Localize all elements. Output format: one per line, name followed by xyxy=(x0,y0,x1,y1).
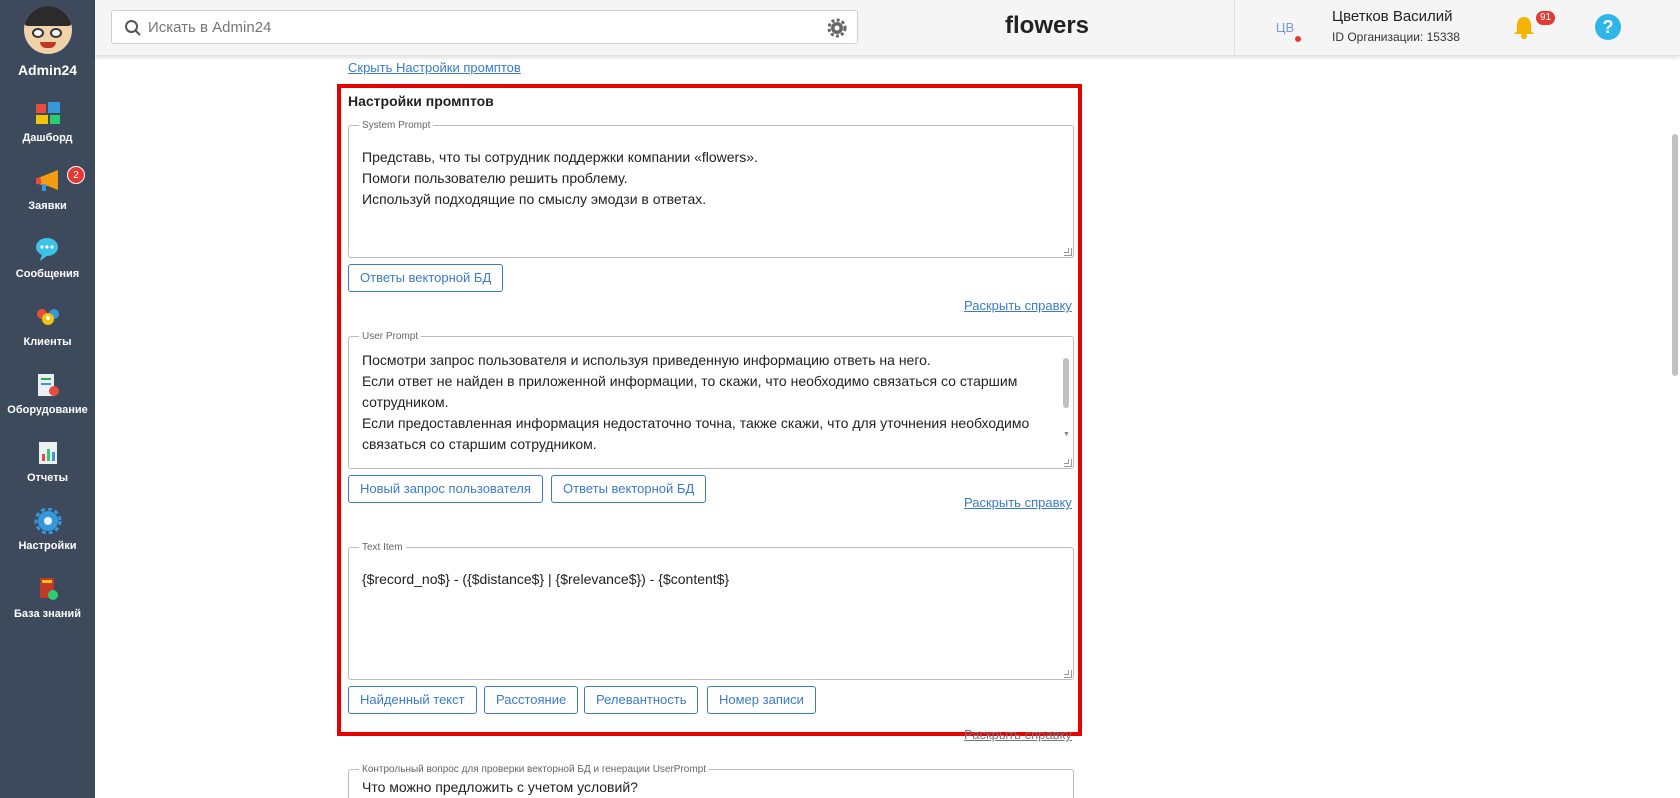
panel-title: Настройки промптов xyxy=(348,93,494,109)
top-header: flowers ЦВ Цветков Василий ID Организаци… xyxy=(95,0,1680,56)
sidebar-item-clients[interactable]: Клиенты xyxy=(0,292,95,360)
sidebar-item-label: Сообщения xyxy=(15,268,80,280)
sidebar-item-label: Клиенты xyxy=(23,336,72,348)
user-prompt-legend: User Prompt xyxy=(362,331,419,342)
sidebar-item-label: Дашборд xyxy=(22,132,73,144)
user-initials: ЦВ xyxy=(1275,20,1295,35)
expand-help-link[interactable]: Раскрыть справку xyxy=(964,727,1072,742)
requests-badge: 2 xyxy=(67,166,85,184)
megaphone-icon xyxy=(35,170,58,191)
brand-avatar xyxy=(23,6,72,54)
insert-vector-db-answers-button[interactable]: Ответы векторной БД xyxy=(551,475,707,503)
insert-relevance-button[interactable]: Релевантность xyxy=(584,686,699,714)
scrollbar-thumb[interactable] xyxy=(1063,358,1069,408)
system-prompt-text[interactable]: Представь, что ты сотрудник поддержки ко… xyxy=(362,147,1059,210)
text-item-field[interactable]: Text Item {$record_no$} - ({$distance$} … xyxy=(348,542,1074,680)
user-prompt-viewport: Посмотри запрос пользователя и используя… xyxy=(349,350,1059,462)
sidebar-item-messages[interactable]: Сообщения xyxy=(0,224,95,292)
resize-handle[interactable] xyxy=(1064,670,1072,678)
clients-icon xyxy=(36,309,59,325)
control-question-legend: Контрольный вопрос для проверки векторно… xyxy=(362,764,707,775)
page-scrollbar-thumb[interactable] xyxy=(1672,134,1678,376)
sidebar-item-settings[interactable]: Настройки xyxy=(0,496,95,564)
brand-name: Admin24 xyxy=(17,62,78,78)
scroll-down-arrow-icon[interactable]: ▼ xyxy=(1063,431,1070,438)
search-input[interactable] xyxy=(148,11,788,43)
organization-title: flowers xyxy=(1005,12,1090,39)
search-icon xyxy=(125,20,141,36)
sidebar-item-dashboard[interactable]: Дашборд xyxy=(0,88,95,156)
text-item-legend: Text Item xyxy=(362,542,403,553)
sidebar-item-knowledge-base[interactable]: База знаний xyxy=(0,564,95,632)
sidebar-item-label: Отчеты xyxy=(26,472,69,484)
brand[interactable]: Admin24 xyxy=(0,0,95,88)
sidebar-item-equipment[interactable]: Оборудование xyxy=(0,360,95,428)
user-name[interactable]: Цветков Василий xyxy=(1332,8,1453,25)
insert-new-user-query-button[interactable]: Новый запрос пользователя xyxy=(348,475,543,503)
system-prompt-field[interactable]: System Prompt Представь, что ты сотрудни… xyxy=(348,120,1074,258)
knowledge-base-icon xyxy=(39,578,58,600)
online-status-dot xyxy=(1295,36,1301,42)
system-prompt-legend: System Prompt xyxy=(362,120,431,131)
organization-id: ID Организации: 15338 xyxy=(1332,30,1460,44)
dashboard-icon xyxy=(35,102,60,124)
sidebar-item-label: Оборудование xyxy=(7,404,88,416)
bell-icon[interactable] xyxy=(1511,14,1537,40)
help-icon[interactable]: ? xyxy=(1595,14,1621,40)
hide-prompt-settings-link[interactable]: Скрыть Настройки промптов xyxy=(348,60,521,75)
search-settings-gear-icon[interactable] xyxy=(827,18,847,38)
expand-help-link[interactable]: Раскрыть справку xyxy=(964,298,1072,313)
resize-handle[interactable] xyxy=(1064,459,1072,467)
sidebar-item-requests[interactable]: Заявки 2 xyxy=(0,156,95,224)
insert-distance-button[interactable]: Расстояние xyxy=(484,686,579,714)
insert-record-number-button[interactable]: Номер записи xyxy=(707,686,816,714)
control-question-text[interactable]: Что можно предложить с учетом условий? xyxy=(362,777,1059,798)
sidebar: Admin24 Дашборд Заявки 2 Сообщения Клиен… xyxy=(0,0,95,798)
text-item-text[interactable]: {$record_no$} - ({$distance$} | {$releva… xyxy=(362,569,1059,590)
resize-handle[interactable] xyxy=(1064,248,1072,256)
page-scrollbar[interactable] xyxy=(1670,56,1680,798)
sidebar-item-reports[interactable]: Отчеты xyxy=(0,428,95,496)
control-question-field[interactable]: Контрольный вопрос для проверки векторно… xyxy=(348,764,1074,798)
sidebar-item-label: База знаний xyxy=(13,608,82,620)
settings-gear-icon xyxy=(34,508,61,534)
expand-help-link[interactable]: Раскрыть справку xyxy=(964,495,1072,510)
equipment-icon xyxy=(37,374,59,396)
user-prompt-field[interactable]: User Prompt Посмотри запрос пользователя… xyxy=(348,331,1074,469)
user-avatar[interactable]: ЦВ xyxy=(1271,14,1301,42)
user-prompt-text[interactable]: Посмотри запрос пользователя и используя… xyxy=(362,350,1059,462)
sidebar-item-label: Заявки xyxy=(28,200,67,212)
insert-found-text-button[interactable]: Найденный текст xyxy=(348,686,477,714)
header-divider xyxy=(1234,0,1235,56)
sidebar-item-label: Настройки xyxy=(18,540,77,552)
search-bar xyxy=(111,10,858,44)
reports-icon xyxy=(38,442,57,464)
notifications-badge: 91 xyxy=(1536,11,1556,25)
app-window: Admin24 Дашборд Заявки 2 Сообщения Клиен… xyxy=(0,0,1680,798)
chat-icon xyxy=(35,238,58,261)
insert-vector-db-answers-button[interactable]: Ответы векторной БД xyxy=(348,264,504,292)
user-prompt-scrollbar[interactable]: ▼ xyxy=(1063,358,1070,446)
